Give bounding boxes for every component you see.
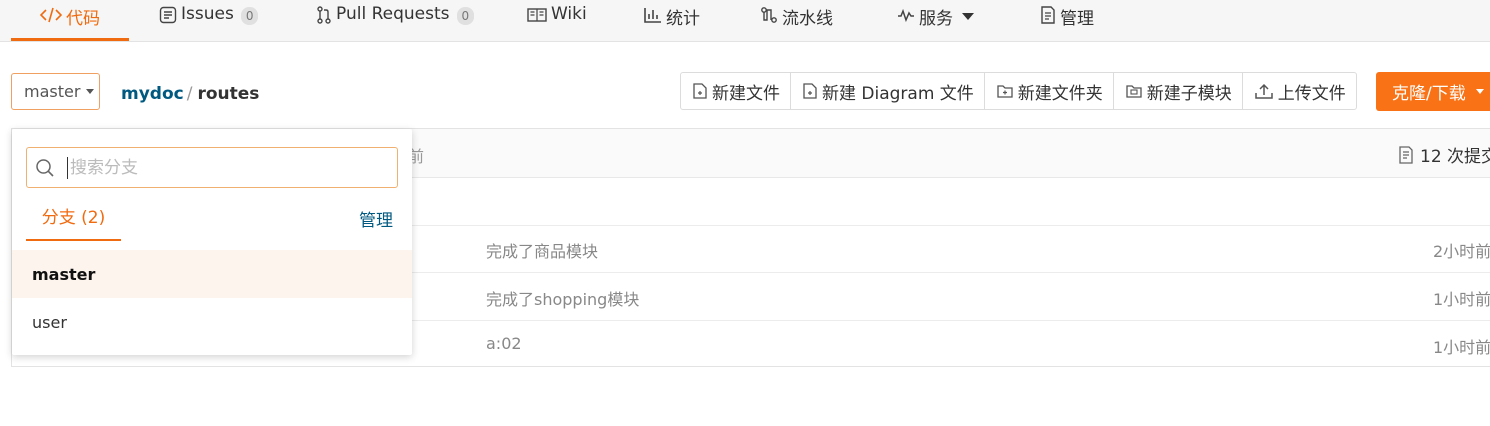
- new-diagram-icon: [803, 83, 817, 99]
- tab-branches[interactable]: 分支 (2): [26, 203, 121, 241]
- new-folder-label: 新建文件夹: [1017, 83, 1103, 104]
- branch-item-label: user: [32, 312, 67, 332]
- tab-services[interactable]: 服务: [897, 0, 974, 40]
- new-file-icon: [693, 83, 707, 99]
- tab-manage[interactable]: 管理: [1040, 0, 1094, 40]
- tab-pipeline-label: 流水线: [782, 9, 833, 29]
- upload-icon: [1255, 83, 1273, 99]
- commit-message[interactable]: 完成了商品模块: [486, 238, 598, 262]
- new-submodule-icon: [1126, 85, 1142, 98]
- branch-item-master[interactable]: master: [12, 250, 412, 298]
- book-icon: [527, 4, 547, 26]
- tab-stats-label: 统计: [666, 9, 700, 29]
- new-file-label: 新建文件: [712, 83, 780, 104]
- branch-item-user[interactable]: user: [12, 298, 412, 346]
- tab-issues[interactable]: Issues 0: [159, 0, 259, 40]
- breadcrumb-current: routes: [197, 84, 260, 104]
- bar-chart-icon: [644, 4, 662, 26]
- tab-code[interactable]: 代码: [11, 0, 129, 41]
- issues-icon: [159, 4, 177, 26]
- tab-pull-requests[interactable]: Pull Requests 0: [316, 0, 475, 40]
- breadcrumb: mydoc / routes: [121, 84, 259, 104]
- branch-item-label: master: [32, 264, 96, 284]
- branch-search-box[interactable]: [26, 147, 398, 188]
- tab-wiki[interactable]: Wiki: [527, 0, 587, 40]
- new-diagram-button[interactable]: 新建 Diagram 文件: [791, 73, 985, 109]
- new-diagram-label: 新建 Diagram 文件: [822, 83, 974, 104]
- tab-stats[interactable]: 统计: [644, 0, 700, 40]
- code-icon: [40, 4, 62, 26]
- commit-count-link[interactable]: 12 次提交: [1398, 142, 1490, 167]
- tab-services-label: 服务: [919, 9, 953, 29]
- commit-message[interactable]: 完成了shopping模块: [486, 286, 639, 310]
- branch-selector-button[interactable]: master: [11, 73, 100, 110]
- new-submodule-label: 新建子模块: [1146, 83, 1232, 104]
- clone-download-button[interactable]: 克隆/下载: [1376, 72, 1490, 111]
- tab-pull-requests-label: Pull Requests: [336, 4, 450, 24]
- new-submodule-button[interactable]: 新建子模块: [1114, 73, 1243, 109]
- pull-request-icon: [316, 4, 332, 26]
- commit-message[interactable]: a:02: [486, 334, 522, 353]
- branch-search-input[interactable]: [67, 156, 372, 179]
- commit-time: 1小时前: [1433, 290, 1490, 309]
- tab-manage-label: 管理: [1060, 9, 1094, 29]
- breadcrumb-separator: /: [186, 84, 193, 104]
- manage-icon: [1040, 4, 1056, 26]
- clone-download-label: 克隆/下载: [1392, 84, 1466, 104]
- file-actions-group: 新建文件 新建 Diagram 文件 新建文件夹 新建子模块 上传文件: [680, 72, 1357, 110]
- chevron-down-icon: [86, 89, 95, 94]
- commit-count-label: 12 次提交: [1420, 147, 1490, 167]
- branch-selector-label: master: [24, 82, 81, 101]
- commit-time: 1小时前: [1433, 338, 1490, 357]
- commit-time: 2小时前: [1433, 242, 1490, 261]
- pulse-icon: [897, 4, 915, 26]
- tab-code-label: 代码: [66, 9, 100, 29]
- pr-count-badge: 0: [456, 7, 475, 25]
- tab-issues-label: Issues: [181, 4, 234, 24]
- breadcrumb-repo-link[interactable]: mydoc: [121, 84, 184, 104]
- chevron-down-icon: [962, 13, 974, 20]
- upload-file-label: 上传文件: [1277, 83, 1346, 104]
- chevron-down-icon: [1475, 89, 1484, 94]
- commit-history-icon: [1399, 145, 1413, 164]
- new-folder-button[interactable]: 新建文件夹: [985, 73, 1114, 109]
- new-file-button[interactable]: 新建文件: [681, 73, 791, 109]
- upload-file-button[interactable]: 上传文件: [1243, 73, 1356, 109]
- tab-pipeline[interactable]: 流水线: [760, 0, 833, 40]
- new-folder-icon: [997, 85, 1013, 98]
- issues-count-badge: 0: [240, 7, 259, 25]
- tab-wiki-label: Wiki: [551, 4, 587, 24]
- manage-branches-link[interactable]: 管理: [359, 206, 393, 231]
- branch-dropdown: 分支 (2) 管理 master user: [12, 129, 412, 355]
- tab-branches-label: 分支 (2): [41, 208, 106, 228]
- search-icon: [36, 158, 54, 177]
- pipeline-icon: [760, 4, 778, 26]
- repo-nav: 代码 Issues 0 Pull Requests 0 Wiki 统计 流水线: [0, 0, 1490, 42]
